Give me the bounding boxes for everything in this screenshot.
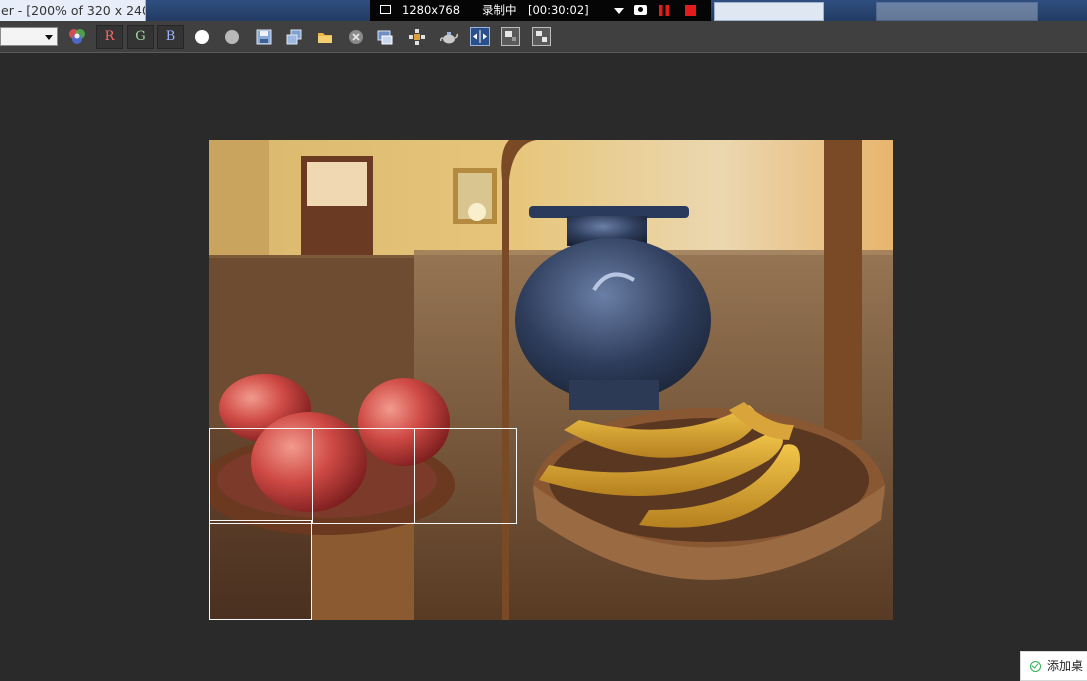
check-circle-icon	[1030, 661, 1041, 672]
clear-icon[interactable]	[348, 29, 364, 45]
recorder-timer: [00:30:02]	[528, 3, 589, 17]
region-render-icon[interactable]	[501, 27, 520, 46]
notification-text: 添加桌	[1047, 659, 1084, 673]
teapot-render-icon[interactable]	[440, 29, 458, 45]
recorder-resolution: 1280x768	[402, 3, 461, 17]
screenshot-camera-icon[interactable]	[634, 5, 647, 15]
screen-recorder-bar: 1280x768 录制中 [00:30:02]	[370, 0, 711, 21]
recorder-status: 录制中	[482, 3, 517, 17]
background-window-strip	[876, 2, 1038, 21]
blue-channel-button[interactable]: B	[157, 25, 184, 49]
background-window-strip	[714, 2, 824, 21]
open-folder-icon[interactable]	[317, 29, 333, 45]
clone-window-icon[interactable]	[286, 29, 302, 45]
notification-toast[interactable]: 添加桌	[1020, 651, 1087, 681]
green-channel-button[interactable]: G	[127, 25, 154, 49]
crop-render-icon[interactable]	[532, 27, 551, 46]
title-bar: er - [200% of 320 x 240] 1280x768 录制中 [0…	[0, 0, 1087, 21]
render-frame-toolbar: R G B	[0, 21, 1087, 53]
print-icon[interactable]	[377, 29, 393, 45]
save-icon[interactable]	[256, 29, 272, 45]
render-setup-icon[interactable]	[409, 29, 425, 45]
gray-circle-icon[interactable]	[224, 29, 240, 45]
pause-recording-icon[interactable]	[659, 5, 669, 16]
stop-recording-icon[interactable]	[685, 5, 696, 16]
window-title: er - [200% of 320 x 240]	[0, 0, 146, 21]
chevron-down-icon	[45, 35, 53, 40]
channel-dropdown[interactable]	[0, 27, 58, 46]
recorder-menu-icon[interactable]	[614, 8, 624, 14]
red-channel-button[interactable]: R	[96, 25, 123, 49]
color-channels-icon[interactable]	[67, 27, 87, 47]
white-circle-icon[interactable]	[194, 29, 210, 45]
split-view-icon[interactable]	[470, 27, 490, 46]
render-region-bucket	[209, 520, 312, 620]
render-region-bucket	[312, 428, 415, 524]
window-size-icon[interactable]	[380, 5, 391, 14]
